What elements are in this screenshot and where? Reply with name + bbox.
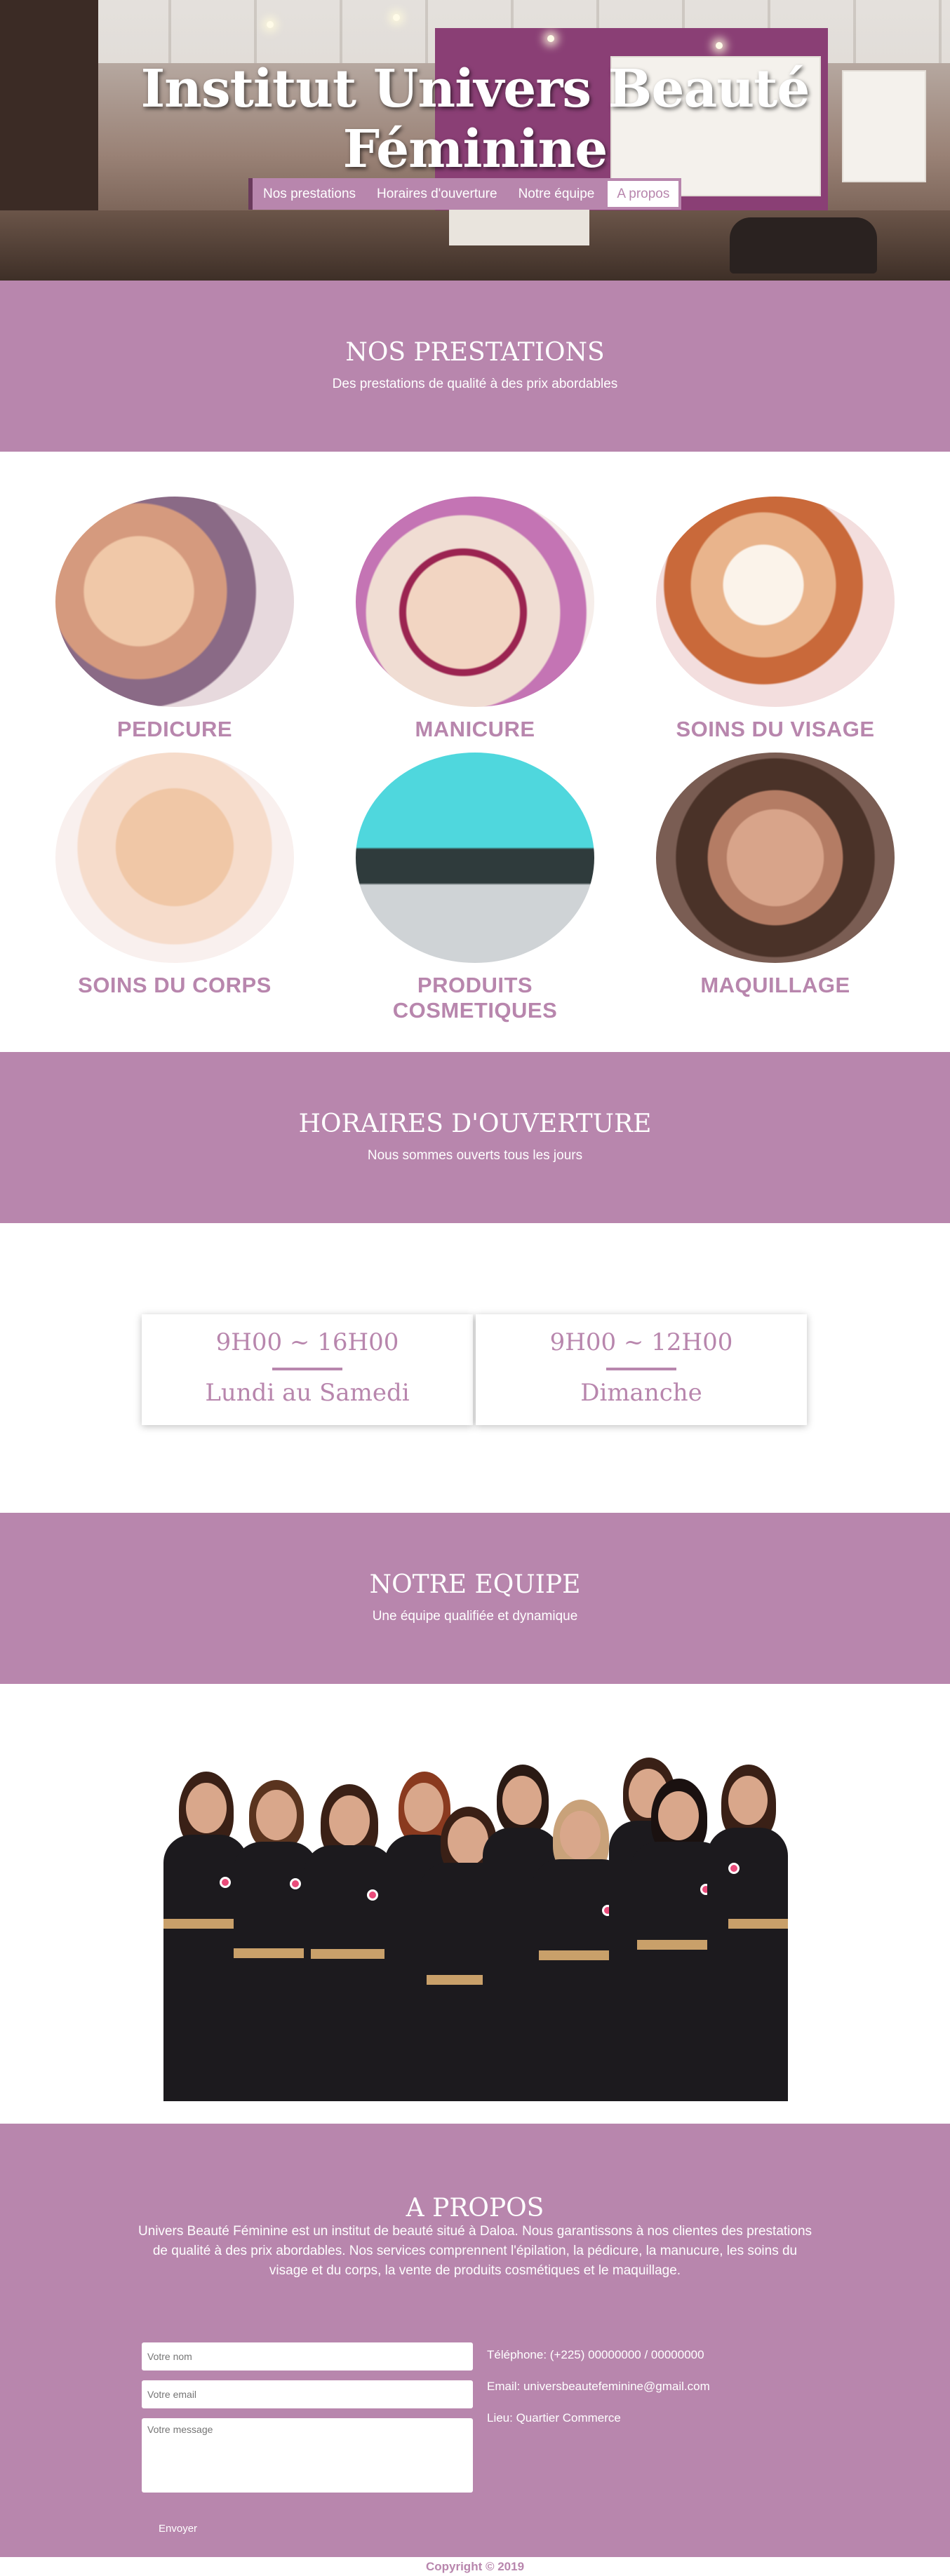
- horaires-subtitle: Nous sommes ouverts tous les jours: [367, 1148, 583, 1163]
- page: Institut Univers Beauté Féminine Nos pre…: [0, 0, 950, 2576]
- contact-phone: Téléphone: (+225) 00000000 / 00000000: [487, 2348, 704, 2361]
- email-field[interactable]: [142, 2380, 473, 2408]
- prestations-title: NOS PRESTATIONS: [345, 338, 605, 367]
- service-soins-visage[interactable]: SOINS DU VISAGE: [656, 497, 895, 742]
- hero-light: [547, 35, 554, 42]
- team-member: [304, 1784, 395, 2101]
- main-nav: Nos prestations Horaires d'ouverture Not…: [248, 178, 682, 210]
- nav-link-prestations[interactable]: Nos prestations: [253, 178, 366, 210]
- service-label: SOINS DU VISAGE: [676, 717, 875, 741]
- equipe-header: NOTRE EQUIPE Une équipe qualifiée et dyn…: [0, 1513, 950, 1684]
- hero-light: [716, 42, 723, 49]
- service-manicure[interactable]: MANICURE: [356, 497, 594, 742]
- service-label: MANICURE: [415, 717, 535, 741]
- apropos-description: Univers Beauté Féminine est un institut …: [138, 2224, 812, 2278]
- hero-chair: [730, 217, 877, 274]
- produits-cosmetiques-image: [356, 753, 594, 963]
- service-label: SOINS DU CORPS: [78, 973, 272, 997]
- name-field[interactable]: [142, 2342, 473, 2371]
- hours-card-sunday: 9H00 ~ 12H00 Dimanche: [476, 1314, 807, 1425]
- prestations-header: NOS PRESTATIONS Des prestations de quali…: [0, 281, 950, 452]
- equipe-title: NOTRE EQUIPE: [369, 1570, 581, 1599]
- apropos-section: A PROPOS Univers Beauté Féminine est un …: [0, 2124, 950, 2557]
- nav-link-apropos[interactable]: A propos: [608, 181, 679, 207]
- soins-visage-image: [656, 497, 895, 707]
- hours-days: Lundi au Samedi: [205, 1379, 410, 1407]
- manicure-image: [356, 497, 594, 707]
- hero-light: [267, 21, 274, 28]
- footer: Copyright © 2019: [0, 2557, 950, 2576]
- service-label: PEDICURE: [116, 717, 233, 741]
- nav-link-horaires[interactable]: Horaires d'ouverture: [366, 178, 508, 210]
- maquillage-image: [656, 753, 895, 963]
- nav-link-equipe[interactable]: Notre équipe: [508, 178, 606, 210]
- service-label: MAQUILLAGE: [700, 973, 850, 997]
- hours-divider: [272, 1368, 342, 1370]
- pedicure-image: [55, 497, 294, 707]
- soins-corps-image: [55, 753, 294, 963]
- copyright-text: Copyright © 2019: [425, 2560, 525, 2573]
- prestations-subtitle: Des prestations de qualité à des prix ab…: [332, 377, 618, 391]
- message-field[interactable]: [142, 2418, 473, 2493]
- team-member: [707, 1765, 788, 2101]
- send-button[interactable]: Envoyer: [142, 2516, 212, 2542]
- contact-email: Email: universbeautefeminine@gmail.com: [487, 2380, 710, 2393]
- hero-light: [393, 14, 400, 21]
- hours-divider: [606, 1368, 676, 1370]
- contact-location: Lieu: Quartier Commerce: [487, 2411, 621, 2425]
- apropos-title: A PROPOS: [406, 2194, 544, 2223]
- hours-days: Dimanche: [580, 1379, 702, 1407]
- team-photo: [160, 1708, 790, 2101]
- hours-time: 9H00 ~ 12H00: [549, 1328, 733, 1356]
- hero-banner: Institut Univers Beauté Féminine Nos pre…: [0, 0, 950, 281]
- service-produits-cosmetiques[interactable]: PRODUITS COSMETIQUES: [356, 753, 594, 1023]
- service-soins-corps[interactable]: SOINS DU CORPS: [55, 753, 294, 998]
- site-title: Institut Univers Beauté Féminine: [140, 59, 810, 180]
- horaires-title: HORAIRES D'OUVERTURE: [298, 1110, 652, 1138]
- service-label: PRODUITS COSMETIQUES: [392, 973, 558, 1023]
- hours-time: 9H00 ~ 16H00: [215, 1328, 399, 1356]
- page-content: Institut Univers Beauté Féminine Nos pre…: [0, 0, 950, 2576]
- hours-card-weekdays: 9H00 ~ 16H00 Lundi au Samedi: [142, 1314, 473, 1425]
- service-pedicure[interactable]: PEDICURE: [55, 497, 294, 742]
- horaires-header: HORAIRES D'OUVERTURE Nous sommes ouverts…: [0, 1052, 950, 1223]
- service-maquillage[interactable]: MAQUILLAGE: [656, 753, 895, 998]
- equipe-subtitle: Une équipe qualifiée et dynamique: [372, 1609, 578, 1624]
